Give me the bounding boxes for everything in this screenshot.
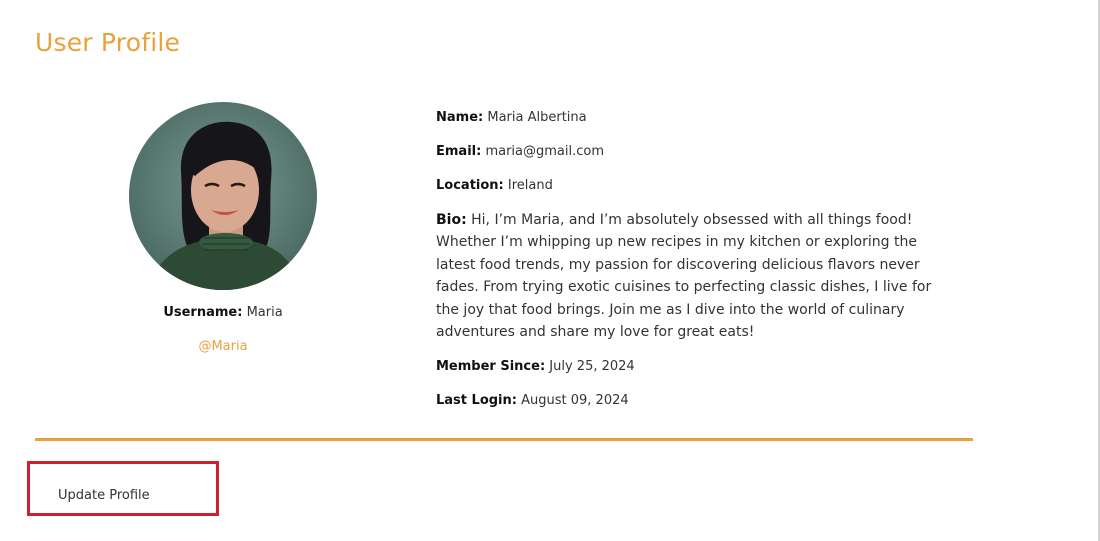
detail-bio-value: Hi, I’m Maria, and I’m absolutely obsess… <box>436 212 932 341</box>
username-line: Username: Maria <box>80 305 366 320</box>
detail-name-value: Maria Albertina <box>487 110 587 125</box>
username-label: Username: <box>163 305 243 320</box>
avatar <box>129 102 317 290</box>
detail-member-since: Member Since: July 25, 2024 <box>436 358 956 376</box>
detail-member-since-label: Member Since: <box>436 359 546 374</box>
detail-bio-label: Bio: <box>436 212 467 228</box>
detail-email: Email: maria@gmail.com <box>436 143 956 161</box>
username-value: Maria <box>246 305 283 320</box>
detail-email-value: maria@gmail.com <box>485 144 605 159</box>
detail-last-login: Last Login: August 09, 2024 <box>436 392 956 410</box>
section-divider <box>35 438 973 441</box>
detail-location-label: Location: <box>436 178 504 193</box>
detail-name-label: Name: <box>436 110 484 125</box>
avatar-photo <box>129 102 317 290</box>
detail-name: Name: Maria Albertina <box>436 109 956 127</box>
detail-location-value: Ireland <box>507 178 553 193</box>
detail-last-login-label: Last Login: <box>436 393 517 408</box>
detail-member-since-value: July 25, 2024 <box>549 359 635 374</box>
detail-email-label: Email: <box>436 144 482 159</box>
page-title: User Profile <box>35 28 181 57</box>
username-handle-link[interactable]: @Maria <box>80 339 366 354</box>
detail-location: Location: Ireland <box>436 177 956 195</box>
detail-last-login-value: August 09, 2024 <box>521 393 629 408</box>
update-profile-button[interactable]: Update Profile <box>27 461 219 516</box>
detail-bio: Bio: Hi, I’m Maria, and I’m absolutely o… <box>436 209 956 343</box>
